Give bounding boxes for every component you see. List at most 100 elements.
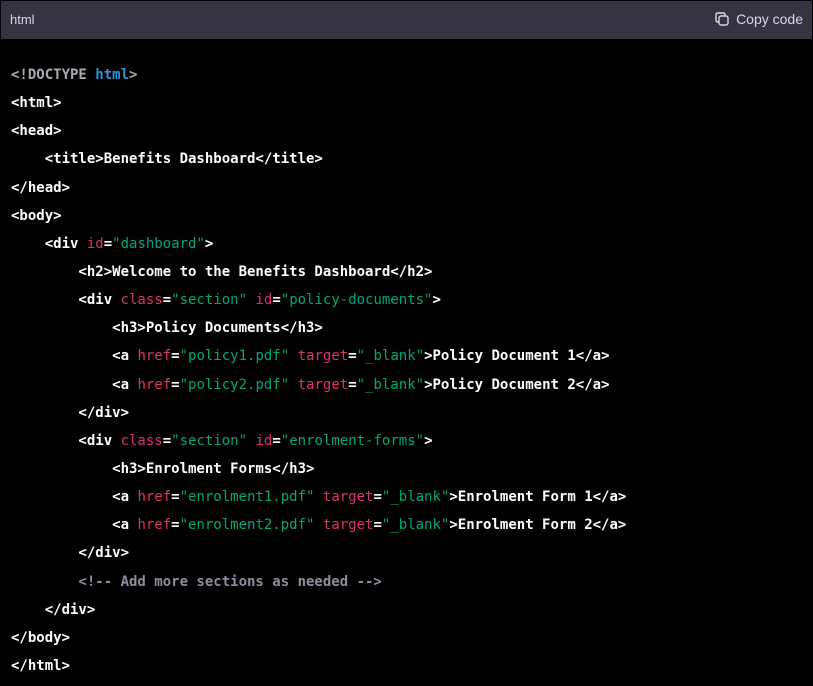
code-token-plain: >Enrolment Form 1</a> bbox=[449, 489, 627, 506]
code-token-plain: = bbox=[348, 348, 357, 365]
code-token-plain: <body> bbox=[11, 207, 62, 224]
copy-code-button[interactable]: Copy code bbox=[714, 11, 803, 27]
code-language-label: html bbox=[10, 12, 35, 27]
code-line: <a href="enrolment2.pdf" target="_blank"… bbox=[11, 511, 626, 539]
code-token-attr: href bbox=[137, 489, 172, 506]
code-token-plain: = bbox=[272, 292, 281, 309]
code-token-string: "section" bbox=[171, 292, 248, 309]
code-token-plain: </head> bbox=[11, 179, 71, 196]
code-token-plain: = bbox=[373, 517, 382, 534]
code-token-plain: = bbox=[103, 235, 113, 252]
code-token-string: "_blank" bbox=[381, 489, 450, 506]
code-token-plain: </div> bbox=[11, 404, 130, 421]
code-token-attr: class bbox=[120, 292, 163, 309]
code-token-plain: = bbox=[348, 376, 357, 393]
code-token-string: "enrolment-forms" bbox=[280, 432, 425, 449]
code-token-plain: = bbox=[162, 292, 172, 309]
code-token-string: "enrolment1.pdf" bbox=[179, 489, 315, 506]
code-line: </html> bbox=[11, 652, 626, 680]
code-token-plain: <a bbox=[11, 376, 138, 393]
code-token-plain: <div bbox=[11, 235, 87, 252]
code-token-attr: id bbox=[255, 432, 273, 449]
code-line: </div> bbox=[11, 596, 626, 624]
code-token-plain: <div bbox=[11, 432, 121, 449]
code-token-string: "policy1.pdf" bbox=[179, 348, 290, 365]
code-token-attr: href bbox=[137, 517, 172, 534]
code-token-string: "_blank" bbox=[356, 376, 425, 393]
code-line: <a href="enrolment1.pdf" target="_blank"… bbox=[11, 483, 626, 511]
code-token-plain: </html> bbox=[11, 657, 71, 674]
code-line: <!-- Add more sections as needed --> bbox=[11, 568, 626, 596]
code-token-plain: > bbox=[204, 235, 214, 252]
code-token-attr: target bbox=[297, 376, 349, 393]
code-token-string: "_blank" bbox=[381, 517, 450, 534]
code-token-plain: <h3>Policy Documents</h3> bbox=[11, 320, 323, 337]
code-token-attr: id bbox=[255, 292, 273, 309]
code-token-plain: >Policy Document 1</a> bbox=[424, 348, 610, 365]
code-token-string: "_blank" bbox=[356, 348, 425, 365]
code-token-attr: href bbox=[137, 376, 172, 393]
code-token-attr: target bbox=[322, 489, 374, 506]
code-token-attr: id bbox=[86, 235, 104, 252]
copy-icon bbox=[714, 11, 730, 27]
code-token-plain: = bbox=[171, 489, 180, 506]
code-line: <head> bbox=[11, 117, 626, 145]
code-token-plain: <head> bbox=[11, 123, 62, 140]
code-token-plain: > bbox=[424, 432, 433, 449]
code-token-attr: class bbox=[120, 432, 163, 449]
code-token-plain: <a bbox=[11, 489, 138, 506]
code-token-doctype: <!DOCTYPE bbox=[11, 67, 96, 83]
code-token-plain: <a bbox=[11, 348, 138, 365]
code-token-plain: >Policy Document 2</a> bbox=[424, 376, 610, 393]
code-token-plain: <h2>Welcome to the Benefits Dashboard</h… bbox=[11, 263, 433, 280]
code-token-string: "policy2.pdf" bbox=[179, 376, 290, 393]
code-token-plain: >Enrolment Form 2</a> bbox=[449, 517, 627, 534]
code-token-attr: target bbox=[322, 517, 374, 534]
code-token-plain: <a bbox=[11, 517, 138, 534]
code-line: </body> bbox=[11, 624, 626, 652]
code-token-doctype: > bbox=[129, 67, 138, 83]
code-token-string: "policy-documents" bbox=[280, 292, 433, 309]
code-token-plain: = bbox=[162, 432, 172, 449]
code-token-attr: href bbox=[137, 348, 172, 365]
code-line: <a href="policy2.pdf" target="_blank">Po… bbox=[11, 371, 626, 399]
code-line: <title>Benefits Dashboard</title> bbox=[11, 145, 626, 173]
code-token-comment: <!-- Add more sections as needed --> bbox=[11, 573, 382, 590]
code-token-plain: = bbox=[171, 517, 180, 534]
code-line: <h3>Enrolment Forms</h3> bbox=[11, 455, 626, 483]
code-body[interactable]: <!DOCTYPE html> <html> <head> <title>Benef… bbox=[1, 39, 812, 685]
code-line: <body> bbox=[11, 202, 626, 230]
copy-code-label: Copy code bbox=[736, 11, 803, 27]
code-token-keyword: html bbox=[95, 67, 130, 83]
code-token-plain: <html> bbox=[11, 95, 62, 112]
code-token-plain: </body> bbox=[11, 629, 71, 646]
code-token-string: "enrolment2.pdf" bbox=[179, 517, 315, 534]
code-token-plain: </div> bbox=[11, 545, 130, 562]
code-token-attr: target bbox=[297, 348, 349, 365]
code-token-plain: </div> bbox=[11, 601, 96, 618]
code-token-plain: = bbox=[171, 376, 180, 393]
code-line: <div class="section" id="policy-document… bbox=[11, 286, 626, 314]
code-token-plain: <div bbox=[11, 292, 121, 309]
code-token-plain: = bbox=[272, 432, 281, 449]
code-line: <a href="policy1.pdf" target="_blank">Po… bbox=[11, 342, 626, 370]
code-token-plain: <h3>Enrolment Forms</h3> bbox=[11, 460, 315, 477]
code-line: <h3>Policy Documents</h3> bbox=[11, 314, 626, 342]
code-token-string: "dashboard" bbox=[112, 235, 205, 252]
code-line: <!DOCTYPE html> bbox=[11, 61, 626, 89]
code-block: html Copy code <!DOCTYPE html> <html> <hea… bbox=[0, 0, 813, 686]
code-line: </div> bbox=[11, 539, 626, 567]
code-block-header: html Copy code bbox=[1, 1, 812, 39]
code-line: </div> bbox=[11, 399, 626, 427]
code-line: <html> bbox=[11, 89, 626, 117]
code-line: <div class="section" id="enrolment-forms… bbox=[11, 427, 626, 455]
code-line: <h2>Welcome to the Benefits Dashboard</h… bbox=[11, 258, 626, 286]
code-token-plain: = bbox=[373, 489, 382, 506]
code-line: <div id="dashboard"> bbox=[11, 230, 626, 258]
code-lines: <!DOCTYPE html> <html> <head> <title>Benef… bbox=[11, 61, 626, 680]
code-token-string: "section" bbox=[171, 432, 248, 449]
